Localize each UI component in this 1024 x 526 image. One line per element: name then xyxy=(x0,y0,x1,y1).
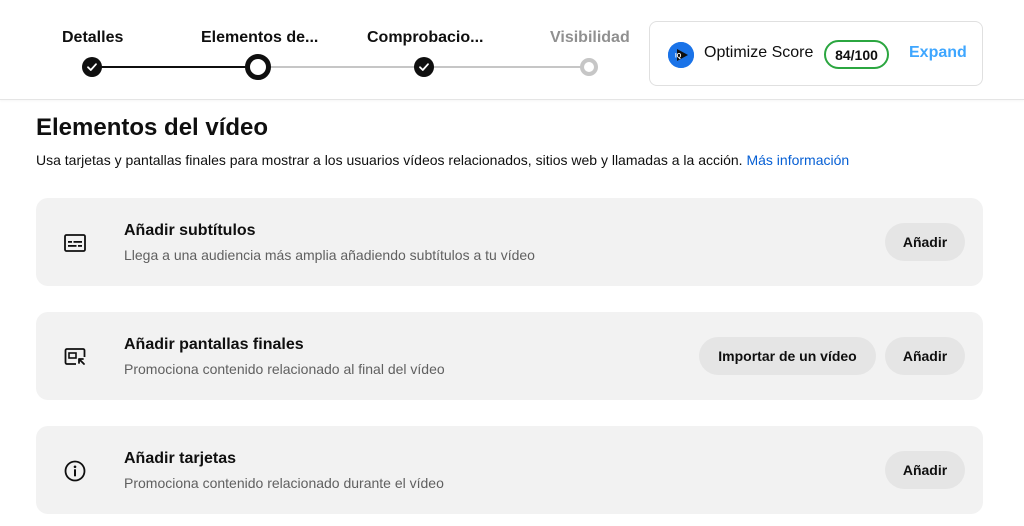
end-screen-icon xyxy=(62,344,88,370)
end-screens-title: Añadir pantallas finales xyxy=(124,336,304,353)
step-dot-elements[interactable] xyxy=(245,54,271,80)
step-dot-details[interactable] xyxy=(82,57,102,77)
step-label-details[interactable]: Detalles xyxy=(62,29,123,47)
svg-text:IQ: IQ xyxy=(675,54,682,60)
more-info-link[interactable]: Más información xyxy=(746,152,849,168)
step-track-1 xyxy=(92,66,258,68)
add-end-screens-button[interactable]: Añadir xyxy=(885,337,965,375)
expand-link[interactable]: Expand xyxy=(909,44,967,62)
add-info-cards-button[interactable]: Añadir xyxy=(885,451,965,489)
step-label-elements[interactable]: Elementos de... xyxy=(201,29,318,47)
step-track-3 xyxy=(424,66,589,68)
step-label-visibility[interactable]: Visibilidad xyxy=(550,29,630,47)
subtitles-card: Añadir subtítulos Llega a una audiencia … xyxy=(36,198,983,286)
add-subtitles-button[interactable]: Añadir xyxy=(885,223,965,261)
subtitles-icon xyxy=(62,230,88,256)
step-label-checks[interactable]: Comprobacio... xyxy=(367,29,483,47)
import-from-video-button[interactable]: Importar de un vídeo xyxy=(699,337,876,375)
subtitles-title: Añadir subtítulos xyxy=(124,222,256,239)
end-screens-description: Promociona contenido relacionado al fina… xyxy=(124,361,445,377)
step-dot-visibility[interactable] xyxy=(580,58,598,76)
page-title: Elementos del vídeo xyxy=(36,114,269,141)
page-description: Usa tarjetas y pantallas finales para mo… xyxy=(36,152,849,168)
page-description-text: Usa tarjetas y pantallas finales para mo… xyxy=(36,152,743,168)
vidiq-logo-icon: IQ xyxy=(668,42,694,68)
upload-stepper: Detalles Elementos de... Comprobacio... … xyxy=(0,0,640,100)
upload-header: Detalles Elementos de... Comprobacio... … xyxy=(0,0,1024,100)
optimize-score-card: IQ Optimize Score 84/100 Expand xyxy=(649,21,983,86)
optimize-score-title: Optimize Score xyxy=(704,44,814,61)
end-screens-card: Añadir pantallas finales Promociona cont… xyxy=(36,312,983,400)
info-cards-card: Añadir tarjetas Promociona contenido rel… xyxy=(36,426,983,514)
info-cards-title: Añadir tarjetas xyxy=(124,450,237,467)
play-logo-icon: IQ xyxy=(668,42,694,68)
info-cards-description: Promociona contenido relacionado durante… xyxy=(124,475,444,491)
optimize-score-badge: 84/100 xyxy=(824,40,889,69)
checkmark-icon xyxy=(419,63,429,71)
info-icon xyxy=(62,458,88,484)
checkmark-icon xyxy=(87,63,97,71)
subtitles-description: Llega a una audiencia más amplia añadien… xyxy=(124,247,535,263)
step-track-2 xyxy=(258,66,424,68)
step-dot-checks[interactable] xyxy=(414,57,434,77)
